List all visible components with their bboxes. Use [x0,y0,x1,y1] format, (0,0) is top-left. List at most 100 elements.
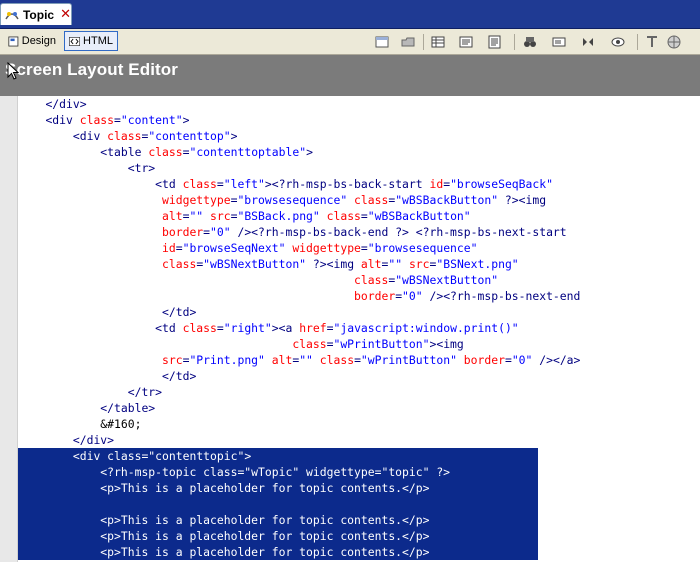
code-line-selected[interactable]: <div class="contenttopic"> [18,448,538,464]
paragraph-icon[interactable] [487,34,503,50]
table-icon[interactable] [430,34,446,50]
code-line[interactable]: </div> [18,96,86,112]
eye-icon[interactable] [610,34,626,50]
code-token: <p>This is a placeholder for topic conte… [100,529,430,543]
code-line[interactable]: &#160; [18,416,141,432]
code-token: widgettype [162,193,231,207]
code-token: "BSBack.png" [237,209,327,223]
code-token: ?><img [306,257,361,271]
code-line[interactable]: <div class="contenttop"> [18,128,238,144]
code-line[interactable]: <tr> [18,160,155,176]
code-token: = [360,241,368,255]
code-line[interactable]: class="wBSNextButton" ?><img alt="" src=… [18,256,519,272]
code-token: "wPrintButton" [333,337,430,351]
code-line[interactable]: <table class="contenttoptable"> [18,144,313,160]
code-token: = [175,241,183,255]
code-token: <p>This is a placeholder for topic conte… [100,481,430,495]
code-token: &#160; [100,417,142,431]
code-token: = [354,353,361,367]
code-line[interactable]: border="0" /><?rh-msp-bs-next-end [18,288,580,304]
code-token: class [326,209,361,223]
code-line-selected[interactable]: <p>This is a placeholder for topic conte… [18,528,538,544]
code-token: border [162,225,204,239]
code-line[interactable]: <div class="content"> [18,112,189,128]
code-line-selected[interactable]: <p>This is a placeholder for topic conte… [18,512,538,528]
code-token: ><?rh-msp-bs-back-start [264,177,430,191]
code-token: class [354,273,389,287]
binoculars-icon[interactable] [522,34,538,50]
code-token: <td [155,321,183,335]
code-token: "" [189,209,211,223]
split-icon[interactable] [580,34,596,50]
code-token: ><img [429,337,464,351]
code-token: = [326,321,334,335]
code-line-selected[interactable]: <p>This is a placeholder for topic conte… [18,544,538,560]
code-line-selected[interactable]: <p>This is a placeholder for topic conte… [18,480,538,496]
code-token: class [319,353,355,367]
code-line[interactable]: alt="" src="BSBack.png" class="wBSBackBu… [18,208,471,224]
code-token: <div [72,129,108,143]
code-token: src [408,257,430,271]
frame-icon[interactable] [374,34,390,50]
close-icon[interactable]: ✕ [60,8,71,21]
code-token: "left" [223,177,265,191]
code-line[interactable]: border="0" /><?rh-msp-bs-back-end ?> <?r… [18,224,567,240]
code-line[interactable]: widgettype="browsesequence" class="wBSBa… [18,192,546,208]
list-icon[interactable] [458,34,474,50]
mouse-cursor-icon [7,62,19,80]
html-code-editor[interactable]: </div> <div class="content"> <div class=… [18,94,700,562]
code-line-selected[interactable] [18,496,538,512]
html-mode-button[interactable]: HTML [64,31,118,51]
code-token: id [162,241,176,255]
code-line[interactable]: </td> [18,304,196,320]
code-token: "wBSBackButton" [367,209,471,223]
code-token: <p>This is a placeholder for topic conte… [100,513,430,527]
code-line[interactable]: </div> [18,432,114,448]
code-token: = [216,321,224,335]
code-line[interactable]: </table> [18,400,155,416]
globe-icon[interactable] [666,34,682,50]
code-token: = [203,225,211,239]
code-token: > [306,145,313,159]
select-icon[interactable] [551,34,567,50]
code-line[interactable]: src="Print.png" alt="" class="wPrintButt… [18,352,580,368]
code-line-selected[interactable]: <?rh-msp-topic class="wTopic" widgettype… [18,464,538,480]
code-line[interactable]: </td> [18,368,196,384]
page-title: Screen Layout Editor [5,60,178,79]
editor-gutter [0,96,18,562]
code-token: "contenttoptable" [189,145,307,159]
code-line[interactable]: class="wBSNextButton" [18,272,498,288]
code-line[interactable]: class="wPrintButton"><img [18,336,464,352]
folder-icon[interactable] [400,34,416,50]
code-token: </table> [100,401,156,415]
code-line[interactable]: <td class="left"><?rh-msp-bs-back-start … [18,176,553,192]
code-token: class [182,321,217,335]
code-token: alt [162,209,183,223]
code-line[interactable]: id="browseSeqNext" widgettype="browseseq… [18,240,477,256]
code-token: "0" [402,289,423,303]
code-token: "content" [120,113,183,127]
html-mode-label: HTML [83,35,113,47]
code-token: href [299,321,327,335]
code-line[interactable]: </tr> [18,384,162,400]
code-token: "wBSNextButton" [395,273,499,287]
code-token: <tr> [127,161,156,175]
topic-tab[interactable]: Topic ✕ [0,3,72,25]
code-line[interactable]: <td class="right"><a href="javascript:wi… [18,320,519,336]
code-token: src [210,209,231,223]
design-mode-button[interactable]: Design [4,31,60,51]
code-token: class [107,129,142,143]
text-icon[interactable] [644,34,660,50]
